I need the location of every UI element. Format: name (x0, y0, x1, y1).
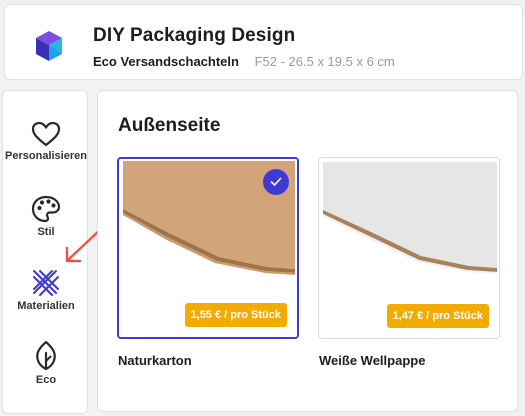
price-badge: 1,55 € / pro Stück (184, 303, 287, 327)
materials-icon (33, 270, 59, 296)
sidebar-item-materialien[interactable]: Materialien (3, 267, 89, 312)
material-card-naturkarton[interactable]: 1,55 € / pro Stück (117, 157, 299, 339)
cube-logo-icon (36, 31, 62, 61)
sidebar-item-eco[interactable]: Eco (3, 341, 89, 386)
main-panel: Außenseite 1,55 € / pro Stück Naturkarto… (97, 90, 518, 412)
sidebar-item-personalisieren[interactable]: Personalisieren (3, 121, 89, 162)
sidebar-item-label: Eco (35, 374, 57, 386)
section-title: Außenseite (118, 115, 221, 136)
leaf-icon (36, 341, 56, 371)
sidebar-item-label: Personalisieren (5, 150, 87, 162)
product-spec: F52 - 26.5 x 19.5 x 6 cm (254, 54, 395, 69)
product-subtitle: Eco Versandschachteln F52 - 26.5 x 19.5 … (93, 54, 395, 69)
palette-icon (31, 195, 61, 223)
price-badge: 1,47 € / pro Stück (386, 304, 489, 328)
selected-check-icon (263, 169, 289, 195)
material-card-weisse-wellpappe[interactable]: 1,47 € / pro Stück (318, 157, 500, 339)
heart-icon (31, 121, 61, 147)
header-bar: DIY Packaging Design Eco Versandschachte… (4, 4, 523, 80)
page-title: DIY Packaging Design (93, 25, 296, 46)
product-name: Eco Versandschachteln (93, 54, 239, 69)
material-label: Naturkarton (118, 353, 192, 368)
sidebar-item-label: Materialien (17, 300, 75, 312)
material-label: Weiße Wellpappe (319, 353, 426, 368)
